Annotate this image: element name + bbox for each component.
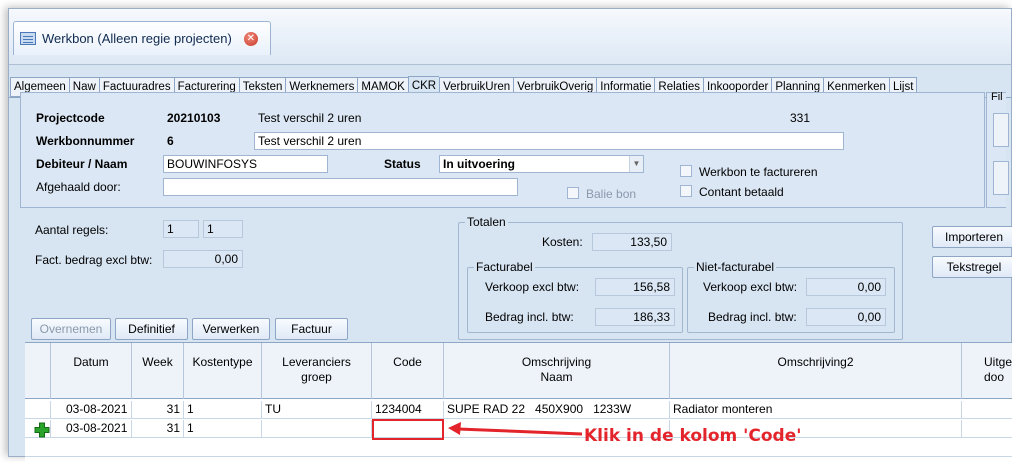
niet-verkoop-label: Verkoop excl btw:: [703, 280, 798, 294]
header-panel: Projectcode 20210103 Test verschil 2 ure…: [20, 92, 985, 208]
cell-leveranciers[interactable]: TU: [262, 401, 372, 419]
verwerken-button[interactable]: Verwerken: [192, 318, 270, 340]
bedrag-label: Bedrag incl. btw:: [485, 310, 574, 324]
annotation-arrow-icon: [448, 422, 583, 436]
cell-datum[interactable]: 03-08-2021: [51, 401, 132, 419]
contant-betaald-checkbox[interactable]: [680, 185, 692, 197]
niet-bedrag-label: Bedrag incl. btw:: [708, 310, 797, 324]
contant-betaald-label: Contant betaald: [699, 185, 784, 199]
column-uitgevoerd-door[interactable]: Uitgevo doo: [962, 343, 1012, 399]
werkbon-factureren-label: Werkbon te factureren: [699, 165, 818, 179]
cell-omschrijving[interactable]: SUPE RAD 22 450X900 1233W: [444, 401, 670, 419]
close-icon[interactable]: ✕: [243, 31, 258, 46]
kosten-label: Kosten:: [542, 235, 583, 249]
cell-code[interactable]: 1234004: [372, 401, 444, 419]
column-leveranciers-line2: groep: [301, 370, 332, 384]
regels-grid: Datum Week Kostentype Leveranciers groep…: [25, 342, 1012, 462]
debiteur-input[interactable]: BOUWINFOSYS: [163, 155, 328, 173]
document-tab-title: Werkbon (Alleen regie projecten): [42, 31, 232, 46]
werkbon-factureren-checkbox[interactable]: [680, 165, 692, 177]
niet-bedrag-value: 0,00: [806, 308, 886, 326]
niet-verkoop-value: 0,00: [806, 278, 886, 296]
kosten-value: 133,50: [592, 233, 672, 251]
tekstregel-button[interactable]: Tekstregel: [932, 256, 1012, 278]
column-omschrijving2[interactable]: Omschrijving2: [670, 343, 962, 399]
importeren-button[interactable]: Importeren: [932, 226, 1012, 248]
aantal-regels-value-2: 1: [203, 220, 243, 238]
cell-leveranciers[interactable]: [262, 420, 372, 438]
annotation-text: Klik in de kolom 'Code': [584, 426, 802, 446]
facturabel-groupbox: Facturabel Verkoop excl btw: 156,58 Bedr…: [467, 260, 683, 333]
bedrag-value: 186,33: [595, 308, 675, 326]
afgehaald-input[interactable]: [163, 178, 518, 196]
column-leveranciers-groep[interactable]: Leveranciers groep: [262, 343, 372, 399]
column-week[interactable]: Week: [132, 343, 184, 399]
status-value: In uitvoering: [443, 157, 515, 171]
aantal-regels-label: Aantal regels:: [35, 223, 109, 237]
cell-week[interactable]: 31: [132, 401, 184, 419]
projectcode-label: Projectcode: [36, 111, 105, 125]
column-omschrijving-naam[interactable]: Omschrijving Naam: [444, 343, 670, 399]
column-uitgevoerd-line1: Uitgevo: [984, 355, 1012, 369]
grid-header: Datum Week Kostentype Leveranciers groep…: [25, 343, 1012, 399]
fact-bedrag-label: Fact. bedrag excl btw:: [35, 253, 153, 267]
verkoop-value: 156,58: [595, 278, 675, 296]
werkbonnummer-value: 6: [163, 132, 253, 150]
project-description: Test verschil 2 uren: [254, 109, 774, 127]
fact-bedrag-value: 0,00: [163, 250, 243, 268]
column-omschrijving-line2: Naam: [540, 370, 573, 384]
column-uitgevoerd-line2: doo: [984, 370, 1005, 384]
status-label: Status: [384, 157, 421, 171]
filter-label: Fil: [991, 91, 1003, 103]
overnemen-button[interactable]: Overnemen: [31, 318, 111, 340]
verkoop-label: Verkoop excl btw:: [485, 280, 580, 294]
filter-button-top[interactable]: [993, 113, 1009, 147]
totalen-groupbox: Totalen Kosten: 133,50 Facturabel Verkoo…: [458, 215, 903, 340]
factuur-button[interactable]: Factuur: [275, 318, 348, 340]
add-row-icon[interactable]: [34, 422, 50, 438]
balie-bon-label: Balie bon: [586, 187, 637, 201]
row-indicator: [25, 401, 51, 419]
chevron-down-icon[interactable]: ▼: [629, 156, 643, 172]
column-kostentype[interactable]: Kostentype: [184, 343, 262, 399]
definitief-button[interactable]: Definitief: [115, 318, 188, 340]
cell-omschrijving2[interactable]: Radiator monteren: [670, 401, 962, 419]
column-omschrijving-line1: Omschrijving: [521, 355, 592, 369]
project-number: 331: [786, 109, 841, 127]
table-row[interactable]: 03-08-2021 31 1 TU 1234004 SUPE RAD 22 4…: [25, 401, 1012, 419]
document-tab-werkbon[interactable]: Werkbon (Alleen regie projecten) ✕: [13, 21, 271, 55]
status-select[interactable]: In uitvoering ▼: [439, 155, 644, 173]
cell-week[interactable]: 31: [132, 420, 184, 438]
werkbonnummer-label: Werkbonnummer: [36, 134, 135, 148]
balie-bon-checkbox[interactable]: [567, 187, 579, 199]
projectcode-value: 20210103: [163, 109, 253, 127]
cell-uitgevoerd[interactable]: [962, 401, 1012, 419]
totalen-title: Totalen: [465, 215, 508, 229]
form-icon: [20, 32, 36, 45]
debiteur-label: Debiteur / Naam: [36, 157, 128, 171]
column-code[interactable]: Code: [372, 343, 444, 399]
row-indicator-header: [25, 343, 51, 399]
column-datum[interactable]: Datum: [51, 343, 132, 399]
document-tab-bar: Werkbon (Alleen regie projecten) ✕: [9, 9, 1011, 65]
cell-kostentype[interactable]: 1: [184, 401, 262, 419]
filter-button-bottom[interactable]: [993, 161, 1009, 195]
aantal-regels-value-1: 1: [163, 220, 199, 238]
code-cell-highlight-box: [372, 419, 444, 440]
cell-kostentype[interactable]: 1: [184, 420, 262, 438]
niet-facturabel-groupbox: Niet-facturabel Verkoop excl btw: 0,00 B…: [687, 260, 895, 333]
cell-uitgevoerd[interactable]: [962, 420, 1012, 438]
afgehaald-label: Afgehaald door:: [36, 180, 121, 194]
cell-datum[interactable]: 03-08-2021: [51, 420, 132, 438]
werkbon-description-input[interactable]: Test verschil 2 uren: [254, 132, 844, 150]
table-row-empty[interactable]: [25, 439, 1012, 457]
facturabel-title: Facturabel: [474, 260, 535, 274]
filter-panel-fragment: Fil: [986, 91, 1009, 208]
niet-facturabel-title: Niet-facturabel: [694, 260, 777, 274]
column-leveranciers-line1: Leveranciers: [282, 355, 351, 369]
